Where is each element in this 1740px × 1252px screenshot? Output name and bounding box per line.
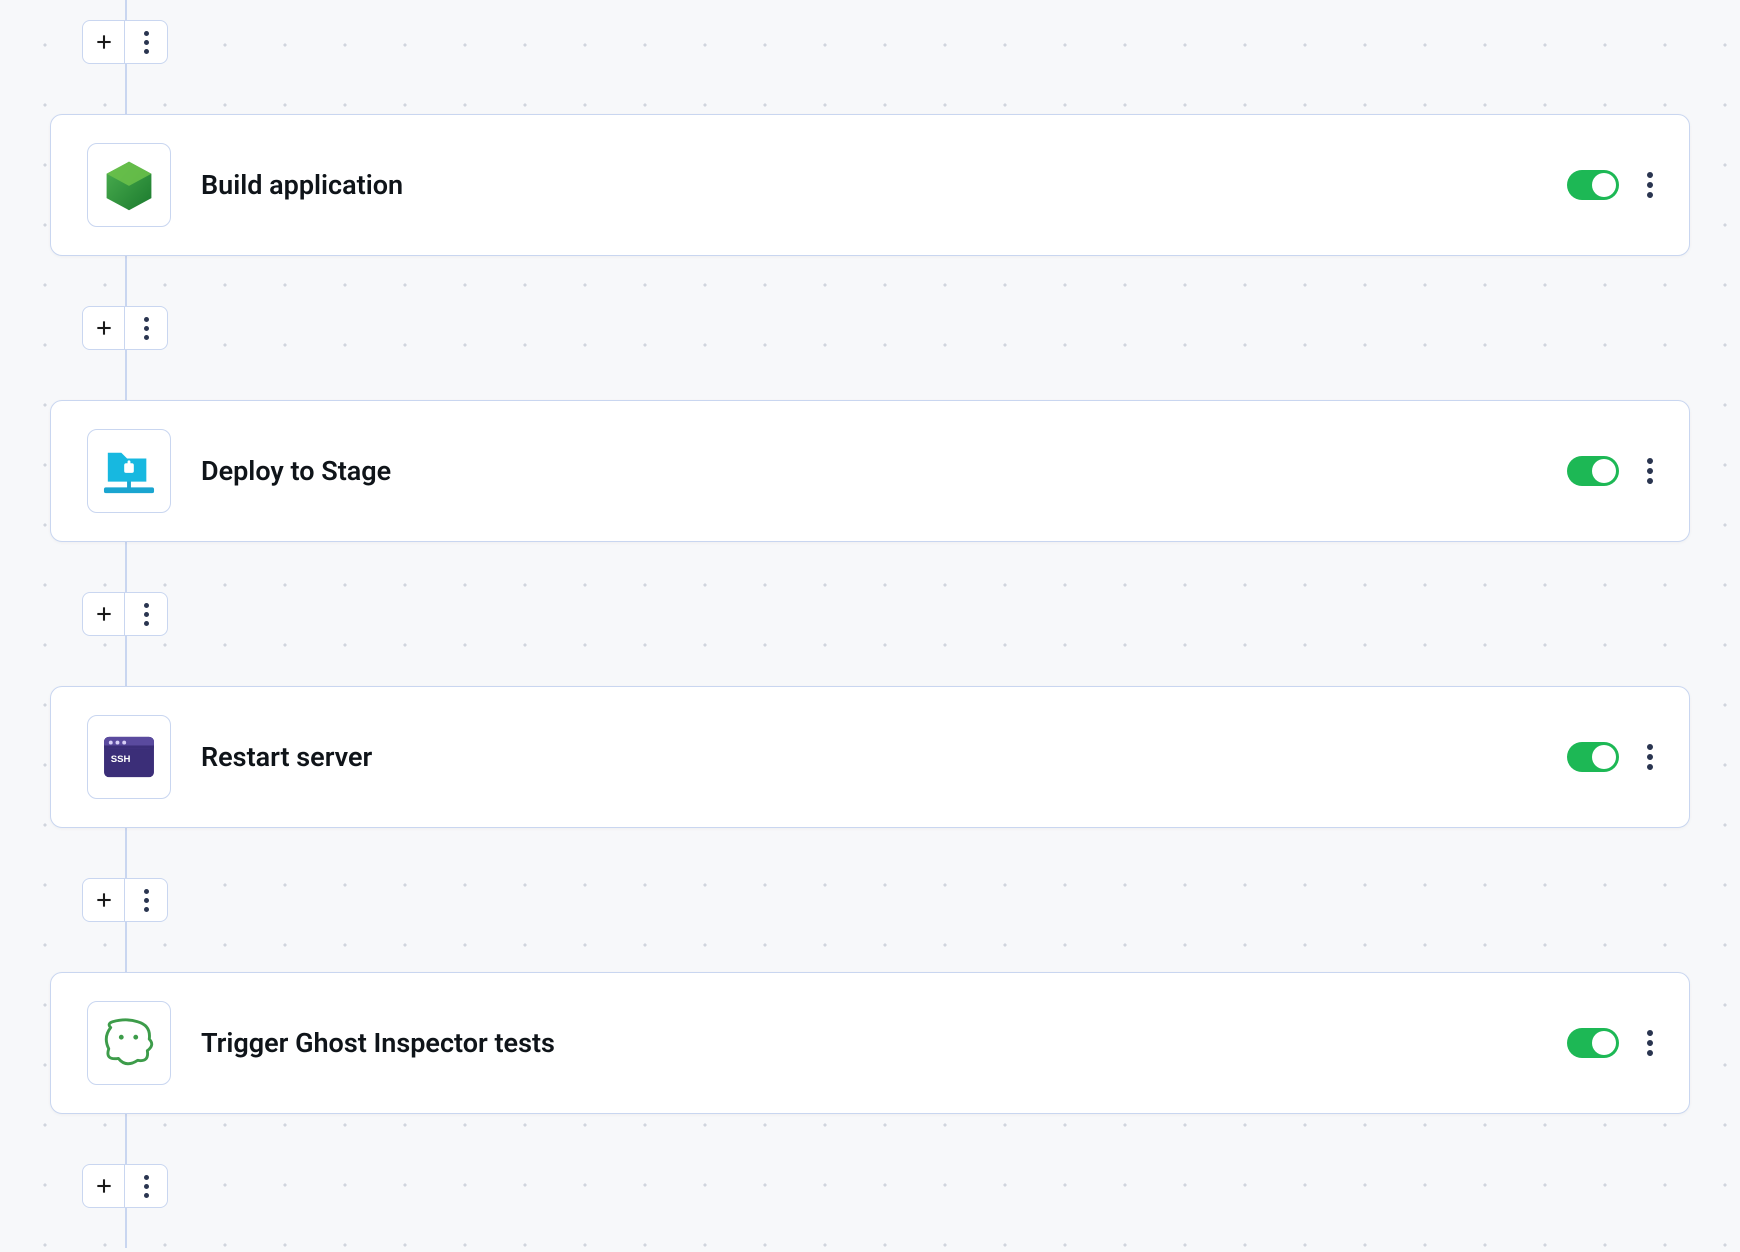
connector-menu-button[interactable] xyxy=(125,879,167,921)
add-step-button[interactable] xyxy=(83,1165,125,1207)
more-vertical-icon xyxy=(144,1175,149,1198)
connector-menu-button[interactable] xyxy=(125,307,167,349)
plus-icon xyxy=(94,604,114,624)
connector-group-0 xyxy=(82,20,168,64)
pipeline-step-card[interactable]: Trigger Ghost Inspector tests xyxy=(50,972,1690,1114)
add-step-button[interactable] xyxy=(83,21,125,63)
pipeline-step-card[interactable]: Deploy to Stage xyxy=(50,400,1690,542)
step-enabled-toggle[interactable] xyxy=(1567,742,1619,772)
plus-icon xyxy=(94,1176,114,1196)
more-vertical-icon xyxy=(144,889,149,912)
deploy-icon xyxy=(98,445,160,497)
step-title: Build application xyxy=(201,169,1567,201)
pipeline-container: Build application Deploy to Stage xyxy=(0,0,1740,1248)
add-step-button[interactable] xyxy=(83,307,125,349)
svg-text:SSH: SSH xyxy=(111,754,131,765)
connector-group-4 xyxy=(82,1164,168,1208)
step-menu-button[interactable] xyxy=(1647,1030,1653,1056)
step-enabled-toggle[interactable] xyxy=(1567,456,1619,486)
plus-icon xyxy=(94,32,114,52)
add-step-button[interactable] xyxy=(83,879,125,921)
ssh-terminal-icon: SSH xyxy=(100,733,158,781)
more-vertical-icon xyxy=(144,603,149,626)
step-menu-button[interactable] xyxy=(1647,458,1653,484)
ghost-inspector-icon xyxy=(99,1016,159,1070)
connector-menu-button[interactable] xyxy=(125,21,167,63)
connector-group-3 xyxy=(82,878,168,922)
step-title: Trigger Ghost Inspector tests xyxy=(201,1027,1567,1059)
step-icon-frame: SSH xyxy=(87,715,171,799)
step-title: Restart server xyxy=(201,741,1567,773)
more-vertical-icon xyxy=(144,317,149,340)
step-menu-button[interactable] xyxy=(1647,172,1653,198)
connector-menu-button[interactable] xyxy=(125,593,167,635)
step-menu-button[interactable] xyxy=(1647,744,1653,770)
pipeline-step-card[interactable]: SSH Restart server xyxy=(50,686,1690,828)
step-icon-frame xyxy=(87,1001,171,1085)
nodejs-icon xyxy=(101,157,157,213)
plus-icon xyxy=(94,890,114,910)
more-vertical-icon xyxy=(144,31,149,54)
step-icon-frame xyxy=(87,429,171,513)
plus-icon xyxy=(94,318,114,338)
step-title: Deploy to Stage xyxy=(201,455,1567,487)
pipeline-step-card[interactable]: Build application xyxy=(50,114,1690,256)
connector-group-2 xyxy=(82,592,168,636)
step-enabled-toggle[interactable] xyxy=(1567,170,1619,200)
step-enabled-toggle[interactable] xyxy=(1567,1028,1619,1058)
add-step-button[interactable] xyxy=(83,593,125,635)
connector-group-1 xyxy=(82,306,168,350)
step-icon-frame xyxy=(87,143,171,227)
connector-menu-button[interactable] xyxy=(125,1165,167,1207)
